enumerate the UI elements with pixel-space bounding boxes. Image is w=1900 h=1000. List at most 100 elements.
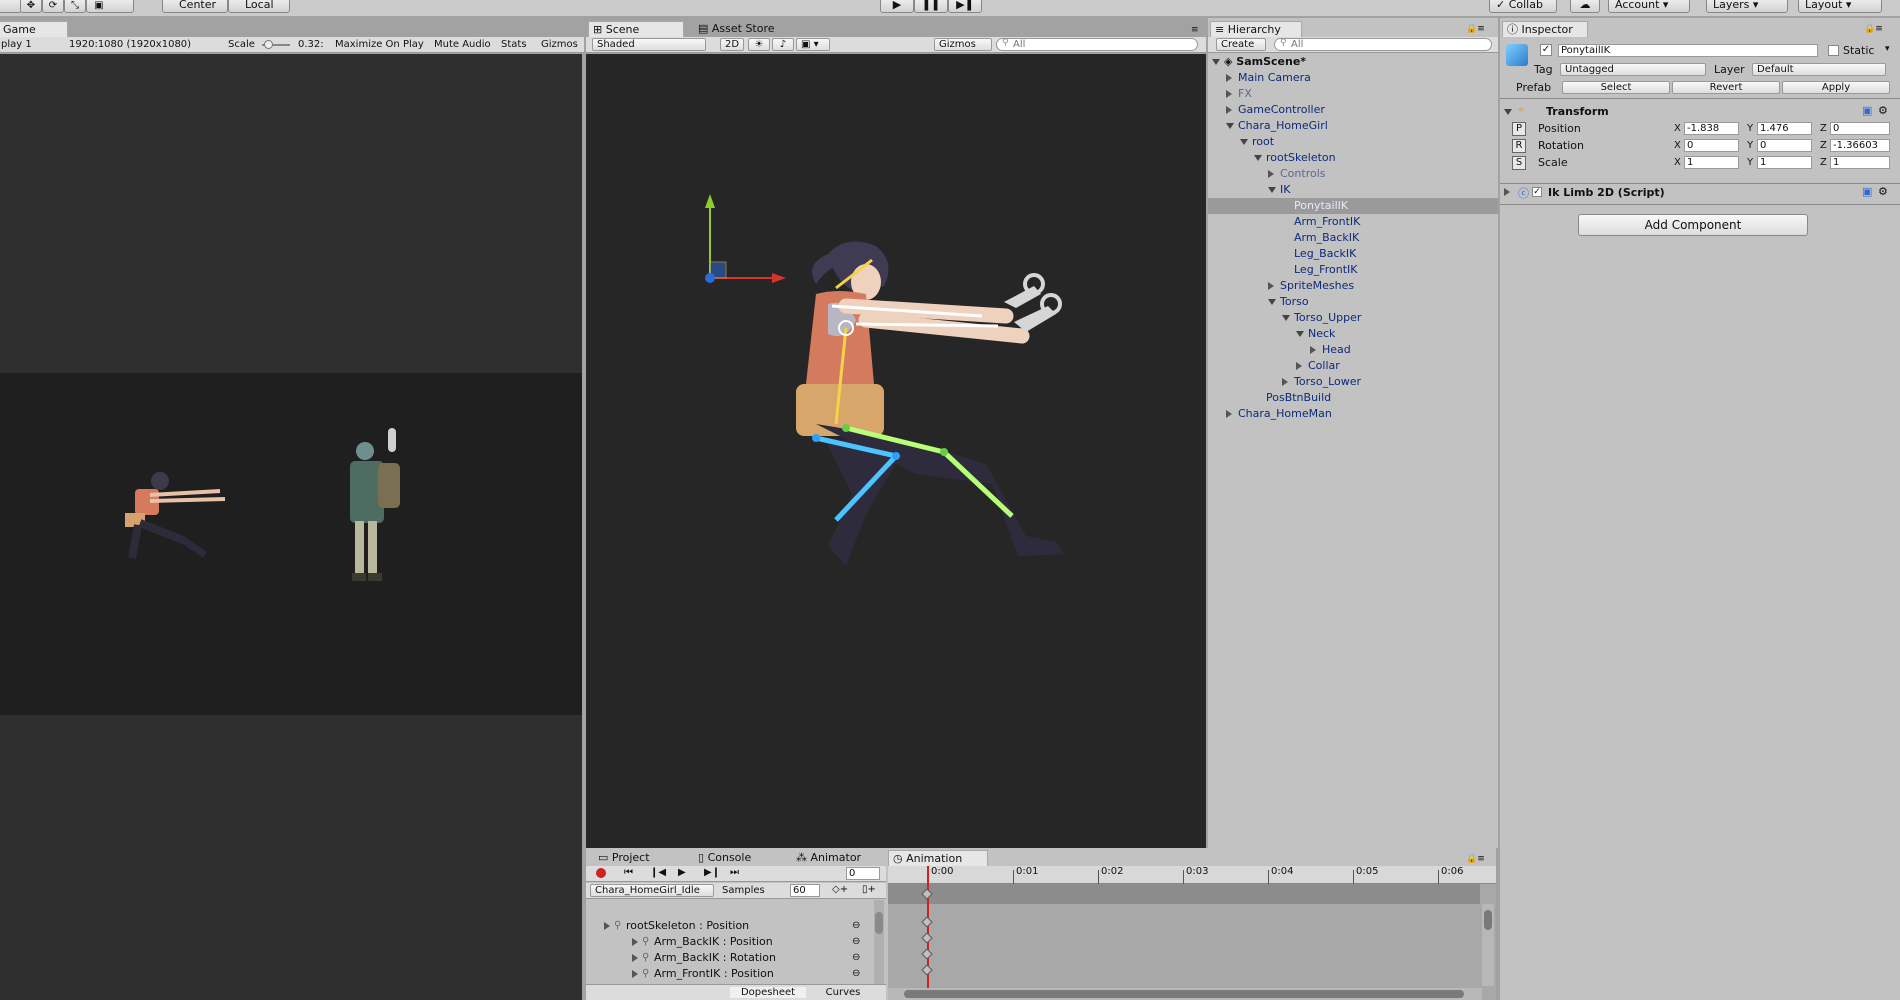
keyframe[interactable] (921, 948, 933, 960)
animation-property-row[interactable]: ⚲ rootSkeleton : Position ⊖ (586, 918, 872, 934)
tab-console[interactable]: ▯ Console (694, 850, 774, 866)
hierarchy-item[interactable]: Head (1208, 342, 1498, 358)
hierarchy-lock-icon[interactable]: 🔒≡ (1466, 24, 1485, 34)
collapse-arrow-icon[interactable] (1226, 90, 1232, 98)
hierarchy-item[interactable]: root (1208, 134, 1498, 150)
hierarchy-item[interactable]: SpriteMeshes (1208, 278, 1498, 294)
resolution-dropdown[interactable]: 1920:1080 (1920x1080) (69, 39, 221, 50)
maximize-on-play-button[interactable]: Maximize On Play (335, 39, 424, 50)
scene-search-input[interactable] (1013, 39, 1193, 50)
position-y-field[interactable]: 1.476 (1757, 122, 1812, 135)
component-enabled-checkbox[interactable]: ✓ (1532, 187, 1542, 197)
cloud-button[interactable]: ☁ (1570, 0, 1600, 13)
position-z-field[interactable]: 0 (1830, 122, 1890, 135)
scrollbar-thumb[interactable] (904, 990, 1464, 998)
hierarchy-item[interactable]: Arm_BackIK (1208, 230, 1498, 246)
pause-button[interactable]: ❚❚ (914, 0, 948, 13)
keyframe[interactable] (921, 964, 933, 976)
rotate-tool-button[interactable]: ⟳ (42, 0, 64, 13)
collapse-arrow-icon[interactable] (632, 938, 638, 946)
animation-lock-icon[interactable]: 🔒≡ (1466, 854, 1485, 864)
animation-property-row[interactable]: ⚲ Arm_BackIK : Rotation ⊖ (586, 950, 872, 966)
next-key-button[interactable]: ▶❙ (704, 867, 720, 878)
transform-position-badge[interactable]: P (1512, 122, 1526, 136)
hierarchy-item[interactable]: Controls (1208, 166, 1498, 182)
timeline-h-scrollbar[interactable] (888, 988, 1482, 1000)
collapse-arrow-icon[interactable] (632, 970, 638, 978)
prefab-revert-button[interactable]: Revert (1672, 81, 1780, 94)
pivot-center-button[interactable]: Center (162, 0, 228, 13)
hierarchy-item[interactable]: Collar (1208, 358, 1498, 374)
hierarchy-item[interactable]: PonytailIK (1208, 198, 1498, 214)
remove-property-icon[interactable]: ⊖ (852, 966, 860, 982)
hierarchy-item[interactable]: IK (1208, 182, 1498, 198)
expand-arrow-icon[interactable] (1240, 139, 1248, 145)
scale-tool-button[interactable]: ⤡ (64, 0, 86, 13)
tab-game[interactable]: Game (0, 21, 68, 37)
remove-property-icon[interactable]: ⊖ (852, 918, 860, 934)
hierarchy-item[interactable]: Torso_Lower (1208, 374, 1498, 390)
expand-arrow-icon[interactable] (1504, 109, 1512, 115)
time-ruler[interactable]: 0:00 0:01 0:02 0:03 0:04 0:05 0:06 (888, 866, 1496, 884)
collapse-arrow-icon[interactable] (1226, 74, 1232, 82)
hierarchy-item[interactable]: Leg_BackIK (1208, 246, 1498, 262)
tab-hierarchy[interactable]: ≡ Hierarchy (1210, 21, 1302, 37)
add-component-button[interactable]: Add Component (1578, 214, 1808, 236)
add-keyframe-button[interactable]: ◇+ (832, 884, 848, 895)
expand-arrow-icon[interactable] (1296, 331, 1304, 337)
expand-arrow-icon[interactable] (1254, 155, 1262, 161)
settings-gear-icon[interactable]: ⚙ (1878, 104, 1888, 117)
transform-rotation-badge[interactable]: R (1512, 139, 1526, 153)
scrollbar-thumb[interactable] (875, 912, 883, 934)
keyframe[interactable] (921, 932, 933, 944)
record-button[interactable] (596, 868, 606, 878)
stats-button[interactable]: Stats (501, 39, 527, 50)
layout-dropdown[interactable]: Layout ▾ (1798, 0, 1882, 13)
hierarchy-item[interactable]: Main Camera (1208, 70, 1498, 86)
shading-dropdown[interactable]: Shaded (592, 38, 706, 51)
animation-property-row[interactable]: ⚲ Arm_BackIK : Position ⊖ (586, 934, 872, 950)
iklimb-header[interactable]: ⓒ ✓ Ik Limb 2D (Script) ▣ ⚙ (1504, 185, 1900, 202)
settings-gear-icon[interactable]: ⚙ (1878, 185, 1888, 198)
hierarchy-item[interactable]: Torso_Upper (1208, 310, 1498, 326)
hierarchy-item[interactable]: FX (1208, 86, 1498, 102)
samples-field[interactable]: 60 (790, 884, 820, 897)
last-key-button[interactable]: ⏭ (730, 867, 739, 878)
scale-z-field[interactable]: 1 (1830, 156, 1890, 169)
position-x-field[interactable]: -1.838 (1684, 122, 1739, 135)
scale-y-field[interactable]: 1 (1757, 156, 1812, 169)
layer-dropdown[interactable]: Default (1752, 63, 1886, 76)
tab-animation[interactable]: ◷ Animation (888, 850, 988, 866)
2d-toggle[interactable]: 2D (720, 38, 744, 51)
help-icon[interactable]: ▣ (1862, 104, 1872, 117)
collapse-arrow-icon[interactable] (1226, 410, 1232, 418)
hierarchy-item[interactable]: Chara_HomeMan (1208, 406, 1498, 422)
keyframe[interactable] (921, 916, 933, 928)
scene-viewport[interactable] (586, 54, 1206, 848)
scene-search-box[interactable]: ⚲ (996, 38, 1198, 51)
create-dropdown[interactable]: Create (1216, 38, 1266, 51)
property-scrollbar[interactable] (874, 900, 884, 984)
collapse-arrow-icon[interactable] (632, 954, 638, 962)
collapse-arrow-icon[interactable] (1310, 346, 1316, 354)
tab-asset-store[interactable]: ▤ Asset Store (694, 21, 794, 37)
curves-button[interactable]: Curves (810, 987, 876, 998)
tab-scene[interactable]: ⊞ Scene (588, 21, 684, 37)
pivot-local-button[interactable]: Local (228, 0, 290, 13)
collapse-arrow-icon[interactable] (1268, 282, 1274, 290)
remove-property-icon[interactable]: ⊖ (852, 950, 860, 966)
hierarchy-item[interactable]: Chara_HomeGirl (1208, 118, 1498, 134)
collapse-arrow-icon[interactable] (1282, 378, 1288, 386)
hierarchy-search-box[interactable]: ⚲ (1274, 38, 1492, 51)
expand-arrow-icon[interactable] (1268, 299, 1276, 305)
scene-gizmos-dropdown[interactable]: Gizmos (934, 38, 992, 51)
hierarchy-item[interactable]: Leg_FrontIK (1208, 262, 1498, 278)
prev-key-button[interactable]: ❙◀ (650, 867, 666, 878)
mute-audio-button[interactable]: Mute Audio (434, 39, 491, 50)
scene-root-row[interactable]: ◈ SamScene* (1212, 54, 1498, 70)
dopesheet-button[interactable]: Dopesheet (730, 987, 806, 998)
rotation-x-field[interactable]: 0 (1684, 139, 1739, 152)
expand-arrow-icon[interactable] (1226, 123, 1234, 129)
display-dropdown[interactable]: play 1 (1, 39, 57, 50)
game-gizmos-button[interactable]: Gizmos (541, 39, 578, 50)
